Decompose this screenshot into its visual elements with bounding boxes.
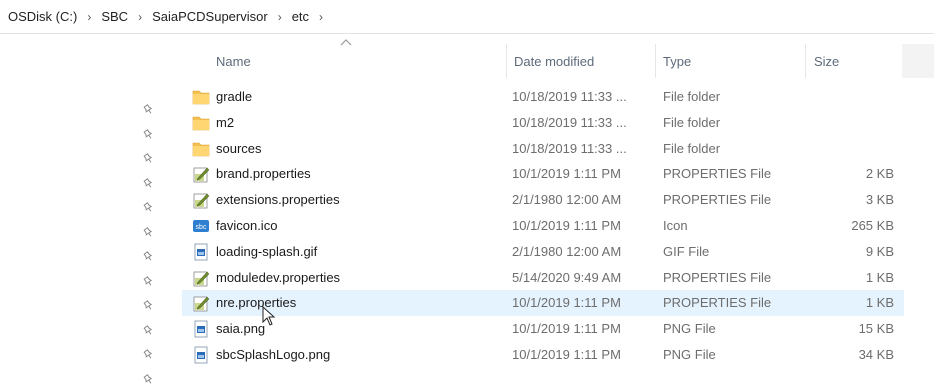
pin-icon[interactable] xyxy=(141,200,157,216)
pin-icon[interactable] xyxy=(141,225,157,241)
file-name: extensions.properties xyxy=(216,192,340,207)
file-row[interactable]: sbcSplashLogo.png 10/1/2019 1:11 PM PNG Fi… xyxy=(182,342,904,368)
file-name: sources xyxy=(216,141,262,156)
properties-file-icon xyxy=(192,294,210,312)
column-size[interactable]: Size xyxy=(814,54,839,69)
breadcrumb-etc[interactable]: etc xyxy=(290,9,311,24)
file-row[interactable]: m2 10/18/2019 11:33 ... File folder xyxy=(182,110,904,136)
file-name: moduledev.properties xyxy=(216,270,341,285)
file-type: PNG File xyxy=(663,321,716,336)
chevron-right-icon[interactable]: › xyxy=(270,10,290,24)
breadcrumb: OSDisk (C:) › SBC › SaiaPCDSupervisor › … xyxy=(0,0,934,34)
chevron-right-icon[interactable]: › xyxy=(311,10,331,24)
file-type: File folder xyxy=(663,141,721,156)
image-file-icon xyxy=(192,320,210,338)
pin-icon[interactable] xyxy=(141,151,157,167)
file-name: nre.properties xyxy=(216,295,297,310)
pin-icon[interactable] xyxy=(141,102,157,118)
column-date-modified[interactable]: Date modified xyxy=(514,54,594,69)
header-filler xyxy=(902,44,934,78)
file-date-modified: 10/1/2019 1:11 PM xyxy=(512,218,621,233)
file-type: File folder xyxy=(663,89,721,104)
file-date-modified: 10/1/2019 1:11 PM xyxy=(512,321,621,336)
file-type: PROPERTIES File xyxy=(663,166,772,181)
file-row[interactable]: nre.properties 10/1/2019 1:11 PM PROPERTIE… xyxy=(182,290,904,316)
file-size: 265 KB xyxy=(851,218,894,233)
file-date-modified: 5/14/2020 9:49 AM xyxy=(512,270,622,285)
properties-file-icon xyxy=(192,191,210,209)
file-row[interactable]: moduledev.properties 5/14/2020 9:49 AM PRO… xyxy=(182,265,904,291)
file-name: saia.png xyxy=(216,321,266,336)
image-file-icon xyxy=(192,243,210,261)
file-name: brand.properties xyxy=(216,166,311,181)
file-date-modified: 10/18/2019 11:33 ... xyxy=(512,141,627,156)
column-type[interactable]: Type xyxy=(663,54,691,69)
file-row[interactable]: loading-splash.gif 2/1/1980 12:00 AM GIF F… xyxy=(182,239,904,265)
pin-icon[interactable] xyxy=(141,127,157,143)
breadcrumb-osdisk[interactable]: OSDisk (C:) xyxy=(6,9,79,24)
column-divider[interactable] xyxy=(506,44,507,78)
file-size: 2 KB xyxy=(865,166,894,181)
file-type: Icon xyxy=(663,218,688,233)
chevron-right-icon[interactable]: › xyxy=(79,10,99,24)
pin-icon[interactable] xyxy=(141,249,157,265)
column-name[interactable]: Name xyxy=(216,54,251,69)
file-type: PNG File xyxy=(663,347,716,362)
pin-icon[interactable] xyxy=(141,323,157,339)
properties-file-icon xyxy=(192,269,210,287)
folder-icon xyxy=(192,114,210,132)
file-size: 15 KB xyxy=(858,321,894,336)
file-type: File folder xyxy=(663,115,721,130)
file-date-modified: 10/18/2019 11:33 ... xyxy=(512,115,627,130)
file-type: PROPERTIES File xyxy=(663,270,772,285)
file-row[interactable]: sbc favicon.ico 10/1/2019 1:11 PM Icon 265 K… xyxy=(182,213,904,239)
pin-icon[interactable] xyxy=(141,372,157,388)
properties-file-icon xyxy=(192,165,210,183)
file-name: loading-splash.gif xyxy=(216,244,318,259)
ico-file-icon: sbc xyxy=(192,217,210,235)
pin-icon[interactable] xyxy=(141,274,157,290)
file-size: 3 KB xyxy=(865,192,894,207)
folder-icon xyxy=(192,88,210,106)
folder-icon xyxy=(192,140,210,158)
image-file-icon xyxy=(192,346,210,364)
svg-text:sbc: sbc xyxy=(196,224,207,231)
sort-ascending-icon xyxy=(340,38,352,49)
file-row[interactable]: saia.png 10/1/2019 1:11 PM PNG File 15 KB xyxy=(182,316,904,342)
file-row[interactable]: sources 10/18/2019 11:33 ... File folder xyxy=(182,136,904,162)
breadcrumb-sbc[interactable]: SBC xyxy=(99,9,130,24)
breadcrumb-saiapcdsupervisor[interactable]: SaiaPCDSupervisor xyxy=(150,9,270,24)
file-name: m2 xyxy=(216,115,235,130)
file-row[interactable]: gradle 10/18/2019 11:33 ... File folder xyxy=(182,84,904,110)
file-name: gradle xyxy=(216,89,253,104)
file-date-modified: 10/1/2019 1:11 PM xyxy=(512,295,621,310)
file-type: PROPERTIES File xyxy=(663,295,772,310)
file-size: 1 KB xyxy=(865,270,894,285)
mouse-cursor-icon xyxy=(262,306,276,326)
file-type: PROPERTIES File xyxy=(663,192,772,207)
chevron-right-icon[interactable]: › xyxy=(130,10,150,24)
pin-icon[interactable] xyxy=(141,176,157,192)
column-header: Name Date modified Type Size xyxy=(0,39,934,78)
file-date-modified: 10/18/2019 11:33 ... xyxy=(512,89,627,104)
file-size: 1 KB xyxy=(865,295,894,310)
file-date-modified: 2/1/1980 12:00 AM xyxy=(512,192,622,207)
file-type: GIF File xyxy=(663,244,710,259)
file-row[interactable]: extensions.properties 2/1/1980 12:00 AM PR… xyxy=(182,187,904,213)
file-size: 34 KB xyxy=(858,347,894,362)
file-size: 9 KB xyxy=(865,244,894,259)
file-date-modified: 10/1/2019 1:11 PM xyxy=(512,347,621,362)
column-divider[interactable] xyxy=(805,44,806,78)
pin-icon[interactable] xyxy=(141,298,157,314)
file-name: favicon.ico xyxy=(216,218,278,233)
file-date-modified: 10/1/2019 1:11 PM xyxy=(512,166,621,181)
file-date-modified: 2/1/1980 12:00 AM xyxy=(512,244,622,259)
column-divider[interactable] xyxy=(655,44,656,78)
pin-icon[interactable] xyxy=(141,347,157,363)
file-name: sbcSplashLogo.png xyxy=(216,347,331,362)
file-row[interactable]: brand.properties 10/1/2019 1:11 PM PROPERT… xyxy=(182,161,904,187)
